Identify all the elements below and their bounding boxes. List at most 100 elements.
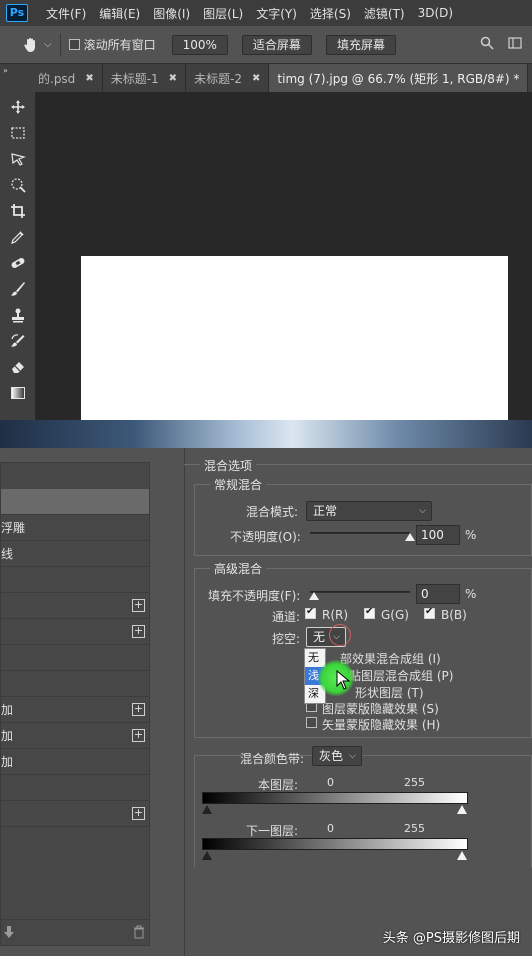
blend-mode-select[interactable]: 正常 ⌵: [306, 501, 432, 521]
chevron-down-icon[interactable]: ⌵: [44, 39, 52, 50]
add-icon[interactable]: +: [132, 703, 145, 716]
hand-tool-icon[interactable]: [20, 34, 42, 56]
menu-3d[interactable]: 3D(D): [418, 6, 453, 20]
opacity-label: 不透明度(O):: [230, 530, 301, 544]
menu-type[interactable]: 文字(Y): [256, 5, 297, 22]
opacity-input[interactable]: 100: [416, 525, 460, 545]
blend-interior-label: 部效果混合成组 (I): [340, 652, 441, 666]
scroll-all-label: 滚动所有窗口: [83, 38, 156, 52]
menu-layer[interactable]: 图层(L): [203, 5, 243, 22]
canvas-area: [37, 92, 532, 420]
style-row-pattern-overlay[interactable]: 加: [1, 749, 149, 775]
mouse-pointer-icon: [336, 669, 351, 693]
divider: [59, 33, 61, 56]
menu-file[interactable]: 文件(F): [46, 5, 86, 22]
fill-opacity-input[interactable]: 0: [416, 584, 460, 604]
style-row-label: 加: [1, 703, 14, 717]
knockout-option-none[interactable]: 无: [305, 649, 325, 667]
style-row-texture[interactable]: [1, 567, 149, 593]
move-tool-icon[interactable]: [9, 98, 27, 116]
knockout-label: 挖空:: [272, 632, 301, 646]
menu-select[interactable]: 选择(S): [310, 5, 351, 22]
marquee-tool-icon[interactable]: [9, 124, 27, 142]
tab-psd[interactable]: 的.psd ✖: [0, 64, 103, 92]
style-row-inner-glow[interactable]: [1, 645, 149, 671]
style-row-color-overlay[interactable]: 加 +: [1, 697, 149, 723]
channel-b-checkbox[interactable]: [424, 606, 435, 619]
style-list-footer: [1, 919, 149, 945]
opacity-slider[interactable]: [310, 532, 410, 534]
channel-g-checkbox[interactable]: [364, 606, 375, 619]
search-icon[interactable]: [480, 36, 494, 54]
tab-untitled-2[interactable]: 未标题-2 ✖: [186, 64, 270, 92]
knockout-value: 无: [313, 630, 326, 644]
style-row-satin[interactable]: [1, 671, 149, 697]
underlying-layer-label: 下一图层:: [246, 824, 299, 838]
scroll-all-windows-checkbox[interactable]: 滚动所有窗口: [68, 36, 156, 53]
fill-screen-button[interactable]: 填充屏幕: [325, 34, 396, 55]
tab-timg[interactable]: timg (7).jpg @ 66.7% (矩形 1, RGB/8#) *: [269, 64, 529, 92]
trash-icon[interactable]: [133, 925, 145, 942]
clone-stamp-tool-icon[interactable]: [9, 306, 27, 324]
underlying-layer-black-stop[interactable]: [202, 851, 212, 860]
opacity-unit: %: [465, 528, 477, 542]
style-row-stroke[interactable]: +: [1, 593, 149, 619]
this-layer-white-stop[interactable]: [457, 805, 467, 814]
quick-select-tool-icon[interactable]: [9, 176, 27, 194]
menu-filter[interactable]: 滤镜(T): [364, 5, 405, 22]
gradient-tool-icon[interactable]: [9, 384, 27, 402]
background-image-strip: [0, 420, 532, 448]
blend-mode-value: 正常: [313, 504, 338, 518]
style-row-label: 加: [1, 729, 14, 743]
underlying-layer-gradient[interactable]: [202, 838, 468, 850]
fill-opacity-slider[interactable]: [310, 591, 410, 593]
style-row-drop-shadow[interactable]: +: [1, 801, 149, 827]
opacity-slider-thumb[interactable]: [405, 533, 415, 541]
add-icon[interactable]: +: [132, 599, 145, 612]
channel-r-checkbox[interactable]: [305, 606, 316, 619]
this-layer-black-stop[interactable]: [202, 805, 212, 814]
this-layer-gradient[interactable]: [202, 792, 468, 804]
close-icon[interactable]: ✖: [85, 73, 93, 84]
close-icon[interactable]: ✖: [252, 73, 260, 84]
vector-mask-hides-checkbox[interactable]: [306, 717, 317, 728]
lasso-tool-icon[interactable]: [9, 150, 27, 168]
eyedropper-tool-icon[interactable]: [9, 228, 27, 246]
style-row-outer-glow[interactable]: [1, 775, 149, 801]
style-row-gradient-overlay[interactable]: 加 +: [1, 723, 149, 749]
history-brush-tool-icon[interactable]: [9, 332, 27, 350]
style-row-inner-shadow[interactable]: +: [1, 619, 149, 645]
fit-screen-button[interactable]: 适合屏幕: [241, 34, 312, 55]
blend-if-group: [194, 755, 532, 867]
blend-if-label: 混合颜色带:: [240, 752, 305, 766]
checkbox-box[interactable]: [68, 39, 80, 50]
tab-untitled-1[interactable]: 未标题-1 ✖: [103, 64, 187, 92]
menu-edit[interactable]: 编辑(E): [99, 5, 140, 22]
add-icon[interactable]: +: [132, 625, 145, 638]
style-row-blending-options[interactable]: [1, 489, 149, 515]
crop-tool-icon[interactable]: [9, 202, 27, 220]
underlying-layer-min: 0: [327, 822, 334, 835]
add-icon[interactable]: +: [132, 729, 145, 742]
style-row-contour[interactable]: 线: [1, 541, 149, 567]
add-icon[interactable]: +: [132, 807, 145, 820]
menu-image[interactable]: 图像(I): [153, 5, 190, 22]
double-chevron-icon[interactable]: »: [3, 66, 8, 75]
move-down-icon[interactable]: [3, 925, 15, 942]
blend-if-select[interactable]: 灰色 ⌵: [312, 746, 362, 766]
healing-brush-tool-icon[interactable]: [9, 254, 27, 272]
fill-opacity-slider-thumb[interactable]: [309, 592, 319, 600]
document-canvas[interactable]: [81, 256, 508, 420]
zoom-100-button[interactable]: 100%: [171, 34, 228, 55]
close-icon[interactable]: ✖: [169, 73, 177, 84]
chevron-down-icon: ⌵: [349, 751, 356, 761]
vector-mask-hides-label: 矢量蒙版隐藏效果 (H): [322, 718, 441, 732]
workspace-icon[interactable]: [508, 36, 522, 54]
tools-panel: [0, 92, 36, 420]
eraser-tool-icon[interactable]: [9, 358, 27, 376]
layer-mask-hides-label: 图层蒙版隐藏效果 (S): [322, 702, 439, 716]
tab-label: 未标题-2: [194, 71, 243, 86]
brush-tool-icon[interactable]: [9, 280, 27, 298]
style-row-bevel-emboss[interactable]: 浮雕: [1, 515, 149, 541]
underlying-layer-white-stop[interactable]: [457, 851, 467, 860]
